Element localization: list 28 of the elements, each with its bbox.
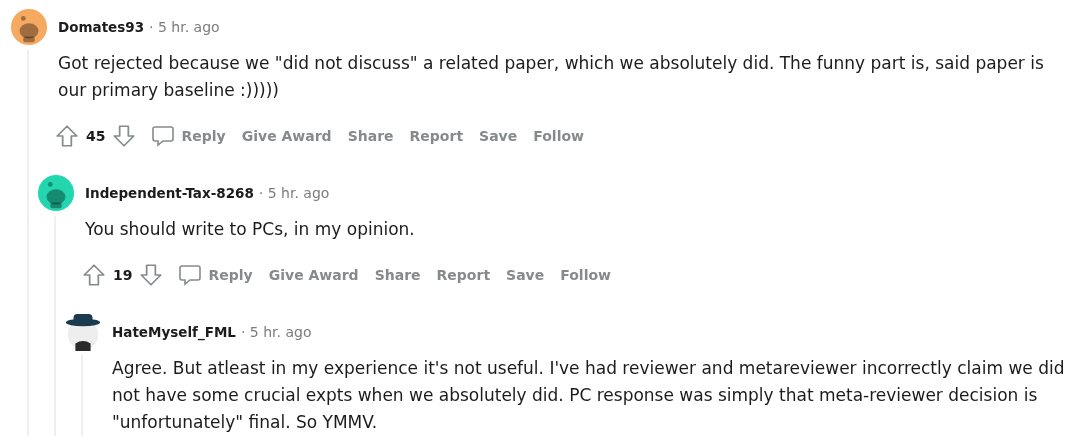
action-button[interactable]: Share: [339, 121, 402, 151]
action-button[interactable]: Follow: [552, 260, 619, 290]
action-button[interactable]: Report: [401, 121, 472, 151]
action-button[interactable]: Reply: [164, 260, 261, 290]
avatar-icon[interactable]: [64, 313, 102, 351]
timestamp: · 5 hr. ago: [258, 185, 330, 201]
action-button[interactable]: Report: [428, 260, 499, 290]
timestamp: · 5 hr. ago: [149, 19, 220, 35]
action-button[interactable]: Save: [498, 260, 553, 290]
username[interactable]: HateMyself_FML: [112, 324, 236, 340]
comment-text: Got rejected because we "did not discuss" a related paper, which we absolutely did. The funny part is, said paper is our primary baseline :))))): [58, 52, 1045, 102]
comment-text: You should write to PCs, in my opinion.: [85, 218, 416, 241]
comment-icon: [151, 124, 176, 148]
action-button[interactable]: Give Award: [233, 121, 340, 151]
vote-count: 19: [113, 267, 133, 283]
upvote-icon[interactable]: [54, 123, 80, 149]
action-button[interactable]: Reply: [137, 121, 234, 151]
comment-icon: [178, 263, 203, 287]
username[interactable]: Domates93: [58, 19, 145, 35]
action-button[interactable]: Save: [471, 121, 526, 151]
username[interactable]: Independent-Tax-8268: [85, 185, 254, 201]
action-button[interactable]: Share: [366, 260, 429, 290]
timestamp: · 5 hr. ago: [240, 324, 312, 340]
upvote-icon[interactable]: [81, 262, 107, 288]
vote-count: 45: [86, 128, 106, 144]
action-button[interactable]: Follow: [525, 121, 592, 151]
comment-text: Agree. But atleast in my experience it's not useful. I've had reviewer and metareviewer incorrectly claim we did not have some crucial expts when we absolutely did. PC response was simply that meta-reviewer decision is "unfortunately" final. So YMMV.: [112, 357, 1066, 434]
action-button[interactable]: Give Award: [260, 260, 367, 290]
